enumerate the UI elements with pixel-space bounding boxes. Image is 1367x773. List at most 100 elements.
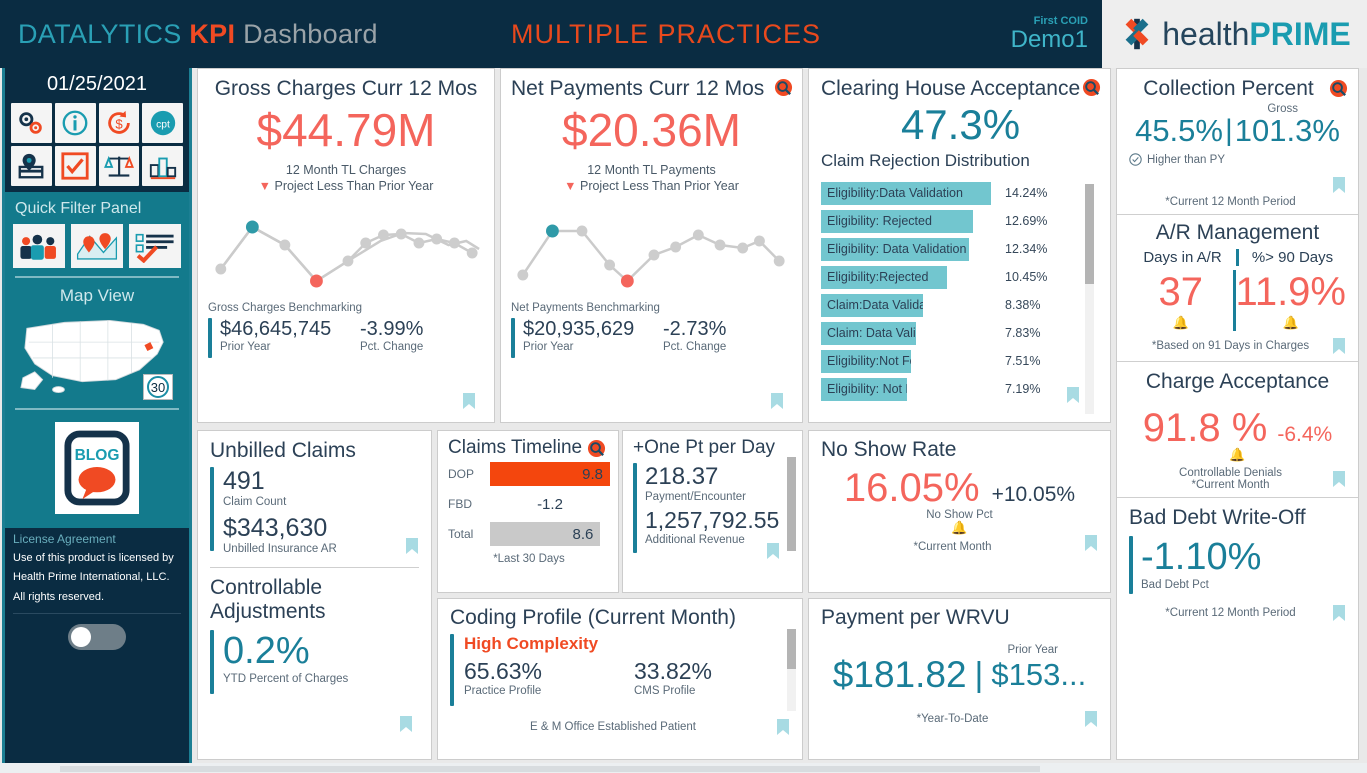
coding-footer: E & M Office Established Patient: [530, 721, 696, 733]
wrvu-separator: |: [974, 655, 984, 694]
section-ar-management[interactable]: A/R Management Days in A/R %> 90 Days 37…: [1117, 215, 1358, 361]
card-claims-timeline[interactable]: Claims Timeline DOP 9.8 FBD -1.2 Total 8…: [437, 430, 619, 593]
net-payments-sparkline: [517, 224, 785, 288]
coding-scrollbar[interactable]: [787, 629, 796, 711]
magnifier-icon[interactable]: [587, 439, 606, 458]
section-unbilled-claims[interactable]: Unbilled Claims 491 Claim Count $343,630…: [198, 431, 431, 555]
sidebar-tile-cpt[interactable]: cpt: [142, 103, 183, 143]
refund-dollar-icon: $: [108, 110, 130, 134]
clearing-house-scrollbar[interactable]: [1085, 184, 1094, 414]
sidebar-date[interactable]: 01/25/2021: [5, 68, 189, 100]
quick-filter-checklist[interactable]: [129, 224, 181, 268]
magnifier-icon[interactable]: [1329, 79, 1348, 98]
bookmark-icon[interactable]: [766, 542, 780, 560]
card-one-pt-per-day[interactable]: +One Pt per Day 218.37 Payment/Encounter…: [622, 430, 803, 593]
horizontal-scrollbar[interactable]: [0, 763, 1367, 773]
logo-prime: PRIME: [1249, 15, 1351, 52]
bookmark-icon[interactable]: [1332, 470, 1346, 488]
timeline-row-dop[interactable]: DOP 9.8: [448, 459, 610, 489]
table-row[interactable]: Eligibility:Data Validation 14.24%: [821, 179, 1100, 207]
claim-rejection-list[interactable]: Eligibility:Data Validation 14.24% Eligi…: [821, 179, 1100, 403]
bookmark-icon[interactable]: [399, 715, 413, 733]
card-unbilled-and-adjustments[interactable]: Unbilled Claims 491 Claim Count $343,630…: [197, 430, 432, 760]
bookmark-icon[interactable]: [462, 392, 476, 410]
bookmark-icon[interactable]: [1332, 337, 1346, 355]
sidebar-tile-checkbox[interactable]: [54, 146, 96, 186]
sidebar-tile-location-card[interactable]: [11, 146, 52, 186]
gross-charges-trend-arrow-icon: ▼: [258, 179, 271, 193]
blog-link[interactable]: BLOG: [13, 418, 181, 520]
magnifier-icon[interactable]: [774, 78, 793, 97]
card-payment-per-wrvu[interactable]: Payment per WRVU Prior Year $181.82 | $1…: [808, 598, 1111, 760]
one-pt-value1: 218.37: [645, 463, 719, 490]
sidebar-divider-2: [15, 408, 179, 410]
card-gross-charges[interactable]: Gross Charges Curr 12 Mos $44.79M 12 Mon…: [197, 68, 495, 423]
unbilled-label1: Claim Count: [223, 496, 287, 508]
bookmark-icon[interactable]: [1084, 534, 1098, 552]
rejection-pct: 7.83%: [1005, 326, 1041, 341]
rejection-label: Eligibility:Not Found: [821, 349, 911, 373]
table-row[interactable]: Claim: Data Validation 7.83%: [821, 319, 1100, 347]
sidebar-tile-refund[interactable]: $: [98, 103, 140, 143]
gears-icon: [19, 112, 43, 134]
section-bad-debt[interactable]: Bad Debt Write-Off -1.10% Bad Debt Pct *…: [1117, 498, 1358, 628]
bookmark-icon[interactable]: [405, 537, 419, 555]
app-header: DATALYTICS KPI Dashboard MULTIPLE PRACTI…: [0, 0, 1367, 68]
card-coding-profile[interactable]: Coding Profile (Current Month) High Comp…: [437, 598, 803, 760]
rejection-pct: 14.24%: [1005, 186, 1048, 201]
quick-filter-icons: [13, 224, 181, 268]
bookmark-icon[interactable]: [1066, 386, 1080, 404]
section-controllable-adjustments[interactable]: Controllable Adjustments 0.2% YTD Percen…: [198, 568, 431, 694]
charge-acceptance-value: 91.8 %: [1142, 406, 1268, 450]
bookmark-icon[interactable]: [1332, 176, 1346, 194]
timeline-row-total[interactable]: Total 8.6: [448, 519, 610, 549]
checklist-icon: [135, 233, 174, 263]
collection-percent-value: 45.5%: [1135, 113, 1223, 148]
map-view[interactable]: 30: [13, 308, 181, 400]
sidebar-tile-podium[interactable]: [142, 146, 183, 186]
rejection-label: Claim: Data Validation: [821, 321, 916, 345]
one-pt-scrollbar[interactable]: [787, 457, 796, 551]
card-clearing-house[interactable]: Clearing House Acceptance 47.3% Claim Re…: [808, 68, 1111, 423]
collection-note: *Current 12 Month Period: [1165, 196, 1296, 208]
scrollbar-thumb[interactable]: [1085, 184, 1094, 284]
table-row[interactable]: Eligibility:Rejected 10.45%: [821, 263, 1100, 291]
bookmark-icon[interactable]: [1084, 710, 1098, 728]
gross-charges-bench-title: Gross Charges Benchmarking: [208, 302, 363, 314]
timeline-row-fbd[interactable]: FBD -1.2: [448, 489, 610, 519]
table-row[interactable]: Eligibility: Rejected 12.69%: [821, 207, 1100, 235]
quick-filter-people[interactable]: [13, 224, 65, 268]
table-row[interactable]: Claim:Data Validation 8.38%: [821, 291, 1100, 319]
license-title: License Agreement: [13, 532, 116, 546]
bookmark-icon[interactable]: [776, 718, 790, 736]
scrollbar-thumb[interactable]: [60, 766, 1040, 772]
sidebar-tile-gears[interactable]: [11, 103, 52, 143]
gross-charges-value: $44.79M: [256, 104, 436, 156]
pinwheel-logo-icon: [1125, 18, 1149, 50]
card-net-payments[interactable]: Net Payments Curr 12 Mos $20.36M 12 Mont…: [500, 68, 803, 423]
table-row[interactable]: Eligibility: Not Found 7.19%: [821, 375, 1100, 403]
bookmark-icon[interactable]: [1332, 604, 1346, 622]
net-payments-trend-arrow-icon: ▼: [564, 179, 577, 193]
timeline-label: DOP: [448, 467, 475, 481]
sidebar-toggle[interactable]: [68, 623, 126, 650]
table-row[interactable]: Eligibility: Data Validation 12.34%: [821, 235, 1100, 263]
coid-value[interactable]: Demo1: [1011, 27, 1088, 52]
card-no-show-rate[interactable]: No Show Rate 16.05% +10.05% No Show Pct …: [808, 430, 1111, 593]
net-payments-sub2: Project Less Than Prior Year: [579, 179, 739, 193]
sidebar-tile-scales[interactable]: [98, 146, 140, 186]
scrollbar-thumb[interactable]: [787, 629, 796, 669]
map-count-badge[interactable]: 30: [143, 374, 173, 400]
bookmark-icon[interactable]: [770, 392, 784, 410]
section-collection-percent[interactable]: Collection Percent Gross 45.5% | 101.3% …: [1117, 69, 1358, 214]
checkbox-icon: [61, 152, 89, 180]
charge-acceptance-sub: Controllable Denials: [1179, 467, 1282, 479]
table-row[interactable]: Eligibility:Not Found 7.51%: [821, 347, 1100, 375]
rejection-label: Eligibility: Rejected: [821, 209, 973, 233]
quick-filter-map[interactable]: [71, 224, 123, 268]
scrollbar-thumb[interactable]: [787, 457, 796, 551]
section-charge-acceptance[interactable]: Charge Acceptance 91.8 % -6.4% 🔔 Control…: [1117, 362, 1358, 497]
sidebar-tile-info[interactable]: [54, 103, 96, 143]
magnifier-icon[interactable]: [1082, 78, 1101, 97]
podium-icon: [149, 157, 176, 180]
